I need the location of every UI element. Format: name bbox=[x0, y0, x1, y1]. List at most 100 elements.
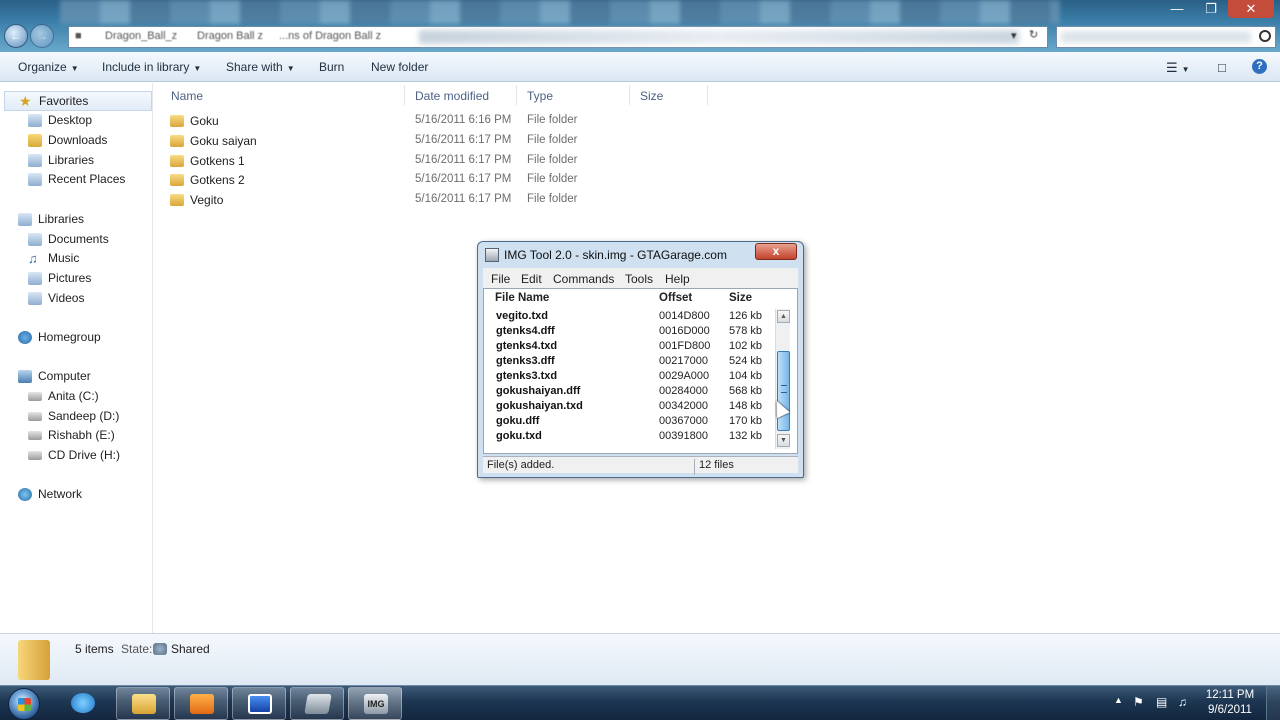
nav-libraries[interactable]: Libraries bbox=[18, 212, 84, 226]
column-header-name[interactable]: Name bbox=[171, 89, 203, 103]
nav-item-drive-d[interactable]: Sandeep (D:) bbox=[28, 409, 119, 423]
minimize-button[interactable]: — bbox=[1160, 0, 1194, 18]
taskbar-media-player[interactable] bbox=[174, 687, 228, 720]
nav-item-desktop[interactable]: Desktop bbox=[28, 113, 92, 127]
taskbar-internet-explorer[interactable] bbox=[56, 687, 110, 720]
nav-item-music[interactable]: ♫ Music bbox=[28, 251, 79, 265]
start-button[interactable] bbox=[8, 688, 40, 720]
menu-help[interactable]: Help bbox=[665, 272, 690, 286]
list-item[interactable]: vegito.txd 0014D800 126 kb bbox=[484, 310, 774, 325]
help-icon[interactable]: ? bbox=[1252, 59, 1267, 74]
scroll-thumb[interactable] bbox=[777, 351, 790, 431]
column-header-date[interactable]: Date modified bbox=[415, 89, 489, 103]
nav-item-documents[interactable]: Documents bbox=[28, 232, 109, 246]
show-desktop-button[interactable] bbox=[1266, 686, 1280, 720]
menu-edit[interactable]: Edit bbox=[521, 272, 542, 286]
nav-label: Pictures bbox=[48, 271, 92, 285]
column-header-size[interactable]: Size bbox=[640, 89, 663, 103]
taskbar-app-grey[interactable] bbox=[290, 687, 344, 720]
breadcrumb-item-1[interactable]: Dragon_Ball_z bbox=[105, 30, 177, 42]
taskbar-windows-explorer[interactable] bbox=[116, 687, 170, 720]
share-with-menu[interactable]: Share with ▼ bbox=[226, 60, 295, 74]
table-row[interactable]: Goku saiyan 5/16/2011 6:17 PM File folder bbox=[170, 131, 670, 151]
column-divider[interactable] bbox=[404, 85, 405, 105]
view-options-icon[interactable]: ☰ ▼ bbox=[1166, 60, 1190, 76]
list-item[interactable]: gtenks3.dff 00217000 524 kb bbox=[484, 355, 774, 370]
chevron-down-icon[interactable]: ▾ bbox=[1011, 29, 1017, 42]
scroll-down-button[interactable]: ▼ bbox=[777, 434, 790, 447]
nav-network[interactable]: Network bbox=[18, 487, 82, 501]
library-icon bbox=[28, 153, 42, 167]
burn-button[interactable]: Burn bbox=[319, 60, 344, 74]
list-header-name[interactable]: File Name bbox=[495, 292, 549, 304]
include-in-library-menu[interactable]: Include in library ▼ bbox=[102, 60, 201, 74]
nav-item-pictures[interactable]: Pictures bbox=[28, 271, 91, 285]
breadcrumb-item-2[interactable]: Dragon Ball z bbox=[197, 30, 263, 42]
chevron-down-icon: ▼ bbox=[286, 64, 295, 73]
maximize-button[interactable]: ❐ bbox=[1194, 0, 1228, 18]
list-item[interactable]: gtenks4.txd 001FD800 102 kb bbox=[484, 340, 774, 355]
list-item[interactable]: gokushaiyan.txd 00342000 148 kb bbox=[484, 400, 774, 415]
nav-item-libraries-fav[interactable]: Libraries bbox=[28, 153, 94, 167]
refresh-icon[interactable]: ↻ bbox=[1029, 28, 1038, 41]
close-button[interactable]: ✕ bbox=[1228, 0, 1274, 18]
list-item[interactable]: gokushaiyan.dff 00284000 568 kb bbox=[484, 385, 774, 400]
preview-pane-icon[interactable]: □ bbox=[1218, 60, 1226, 75]
volume-icon[interactable]: ♫ bbox=[1178, 695, 1187, 709]
forward-button[interactable]: → bbox=[30, 24, 54, 48]
action-center-icon[interactable]: ⚑ bbox=[1133, 695, 1144, 709]
back-button[interactable]: ← bbox=[4, 24, 28, 48]
videos-icon bbox=[28, 291, 42, 305]
clock[interactable]: 12:11 PM 9/6/2011 bbox=[1200, 688, 1260, 718]
list-item[interactable]: gtenks4.dff 0016D000 578 kb bbox=[484, 325, 774, 340]
table-row[interactable]: Vegito 5/16/2011 6:17 PM File folder bbox=[170, 190, 670, 210]
nav-label: Rishabh (E:) bbox=[48, 428, 115, 442]
organize-menu[interactable]: Organize ▼ bbox=[18, 60, 79, 74]
column-header-type[interactable]: Type bbox=[527, 89, 553, 103]
nav-item-recent-places[interactable]: Recent Places bbox=[28, 172, 125, 186]
table-row[interactable]: Goku 5/16/2011 6:16 PM File folder bbox=[170, 111, 670, 131]
taskbar-img-tool[interactable]: IMG bbox=[348, 687, 402, 720]
nav-homegroup[interactable]: Homegroup bbox=[18, 330, 101, 344]
nav-item-downloads[interactable]: Downloads bbox=[28, 133, 107, 147]
table-row[interactable]: Gotkens 1 5/16/2011 6:17 PM File folder bbox=[170, 151, 670, 171]
taskbar-app-blue[interactable] bbox=[232, 687, 286, 720]
menu-file[interactable]: File bbox=[491, 272, 510, 286]
breadcrumb-item-3[interactable]: ...ns of Dragon Ball z bbox=[279, 30, 381, 42]
search-icon[interactable] bbox=[1259, 30, 1271, 42]
music-icon: ♫ bbox=[28, 250, 38, 266]
table-row[interactable]: Gotkens 2 5/16/2011 6:17 PM File folder bbox=[170, 170, 670, 190]
file-type: File folder bbox=[527, 173, 578, 185]
nav-item-drive-e[interactable]: Rishabh (E:) bbox=[28, 428, 115, 442]
list-item[interactable]: goku.dff 00367000 170 kb bbox=[484, 415, 774, 430]
menu-commands[interactable]: Commands bbox=[553, 272, 614, 286]
blurred-background bbox=[60, 0, 1060, 24]
network-status-icon[interactable]: ▤ bbox=[1156, 695, 1167, 709]
new-folder-button[interactable]: New folder bbox=[371, 60, 428, 74]
list-item[interactable]: gtenks3.txd 0029A000 104 kb bbox=[484, 370, 774, 385]
column-divider[interactable] bbox=[629, 85, 630, 105]
nav-item-drive-c[interactable]: Anita (C:) bbox=[28, 389, 99, 403]
dialog-close-button[interactable]: x bbox=[755, 243, 797, 260]
details-pane: 5 items State: Shared bbox=[0, 633, 1280, 685]
list-header-size[interactable]: Size bbox=[729, 292, 752, 304]
folder-icon bbox=[170, 135, 184, 147]
nav-computer[interactable]: Computer bbox=[18, 369, 91, 383]
vertical-scrollbar[interactable]: ▲ ▼ bbox=[775, 309, 790, 449]
menu-tools[interactable]: Tools bbox=[625, 272, 653, 286]
search-input[interactable] bbox=[1056, 26, 1276, 48]
list-item[interactable]: goku.txd 00391800 132 kb bbox=[484, 430, 774, 445]
column-divider[interactable] bbox=[707, 85, 708, 105]
nav-favorites[interactable]: ★ Favorites bbox=[4, 91, 152, 111]
nav-item-drive-h[interactable]: CD Drive (H:) bbox=[28, 448, 120, 462]
list-header-offset[interactable]: Offset bbox=[659, 292, 692, 304]
entry-offset: 00217000 bbox=[659, 355, 708, 367]
column-divider[interactable] bbox=[516, 85, 517, 105]
nav-item-videos[interactable]: Videos bbox=[28, 291, 84, 305]
tray-expand-icon[interactable]: ▲ bbox=[1114, 695, 1123, 705]
address-bar[interactable]: ■ Dragon_Ball_z Dragon Ball z ...ns of D… bbox=[68, 26, 1048, 48]
file-name: Gotkens 1 bbox=[190, 154, 245, 168]
entry-name: gtenks4.txd bbox=[496, 340, 558, 352]
scroll-up-button[interactable]: ▲ bbox=[777, 310, 790, 323]
include-label: Include in library bbox=[102, 60, 190, 74]
